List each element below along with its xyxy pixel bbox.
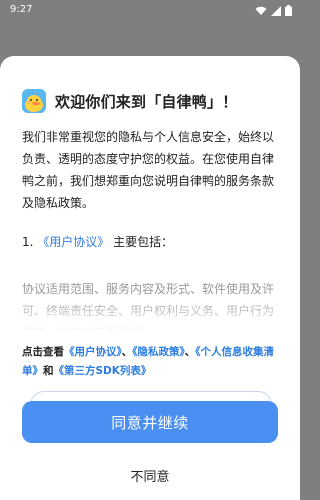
consent-and: 和 bbox=[43, 365, 54, 377]
scroll-fade bbox=[0, 296, 300, 332]
third-party-sdk-link[interactable]: 《第三方SDK列表》 bbox=[54, 365, 152, 377]
section-number: 1. bbox=[22, 235, 34, 249]
agree-button[interactable]: 同意并继续 bbox=[22, 401, 278, 443]
consent-text: 点击查看《用户协议》、《隐私政策》、《个人信息收集清单》和《第三方SDK列表》 bbox=[22, 343, 284, 381]
section-heading: 1. 《用户协议》 主要包括： bbox=[22, 233, 173, 250]
wifi-icon bbox=[255, 6, 267, 15]
signal-icon bbox=[271, 5, 281, 16]
privacy-dialog: 欢迎你们来到「自律鸭」！ 我们非常重视您的隐私与个人信息安全，始终以负责、透明的… bbox=[0, 56, 300, 500]
status-icons bbox=[255, 5, 292, 16]
status-time: 9:27 bbox=[10, 4, 33, 15]
status-bar: 9:27 bbox=[0, 0, 300, 24]
duck-logo-icon bbox=[22, 89, 46, 113]
consent-prefix: 点击查看 bbox=[22, 346, 64, 358]
consent-sep-1: 、 bbox=[121, 346, 133, 358]
user-agreement-link-2[interactable]: 《用户协议》 bbox=[64, 346, 122, 358]
intro-text: 我们非常重视您的隐私与个人信息安全，始终以负责、透明的态度守护您的权益。在您使用… bbox=[22, 130, 275, 210]
dialog-header: 欢迎你们来到「自律鸭」！ bbox=[22, 89, 237, 113]
consent-sep-2: 、 bbox=[184, 346, 196, 358]
battery-icon bbox=[285, 5, 292, 16]
section-suffix: 主要包括： bbox=[113, 235, 174, 249]
dialog-title: 欢迎你们来到「自律鸭」！ bbox=[55, 92, 238, 111]
user-agreement-link[interactable]: 《用户协议》 bbox=[37, 235, 109, 249]
dim-overlay bbox=[0, 24, 300, 56]
privacy-policy-link[interactable]: 《隐私政策》 bbox=[132, 346, 185, 358]
disagree-button[interactable]: 不同意 bbox=[0, 461, 300, 489]
